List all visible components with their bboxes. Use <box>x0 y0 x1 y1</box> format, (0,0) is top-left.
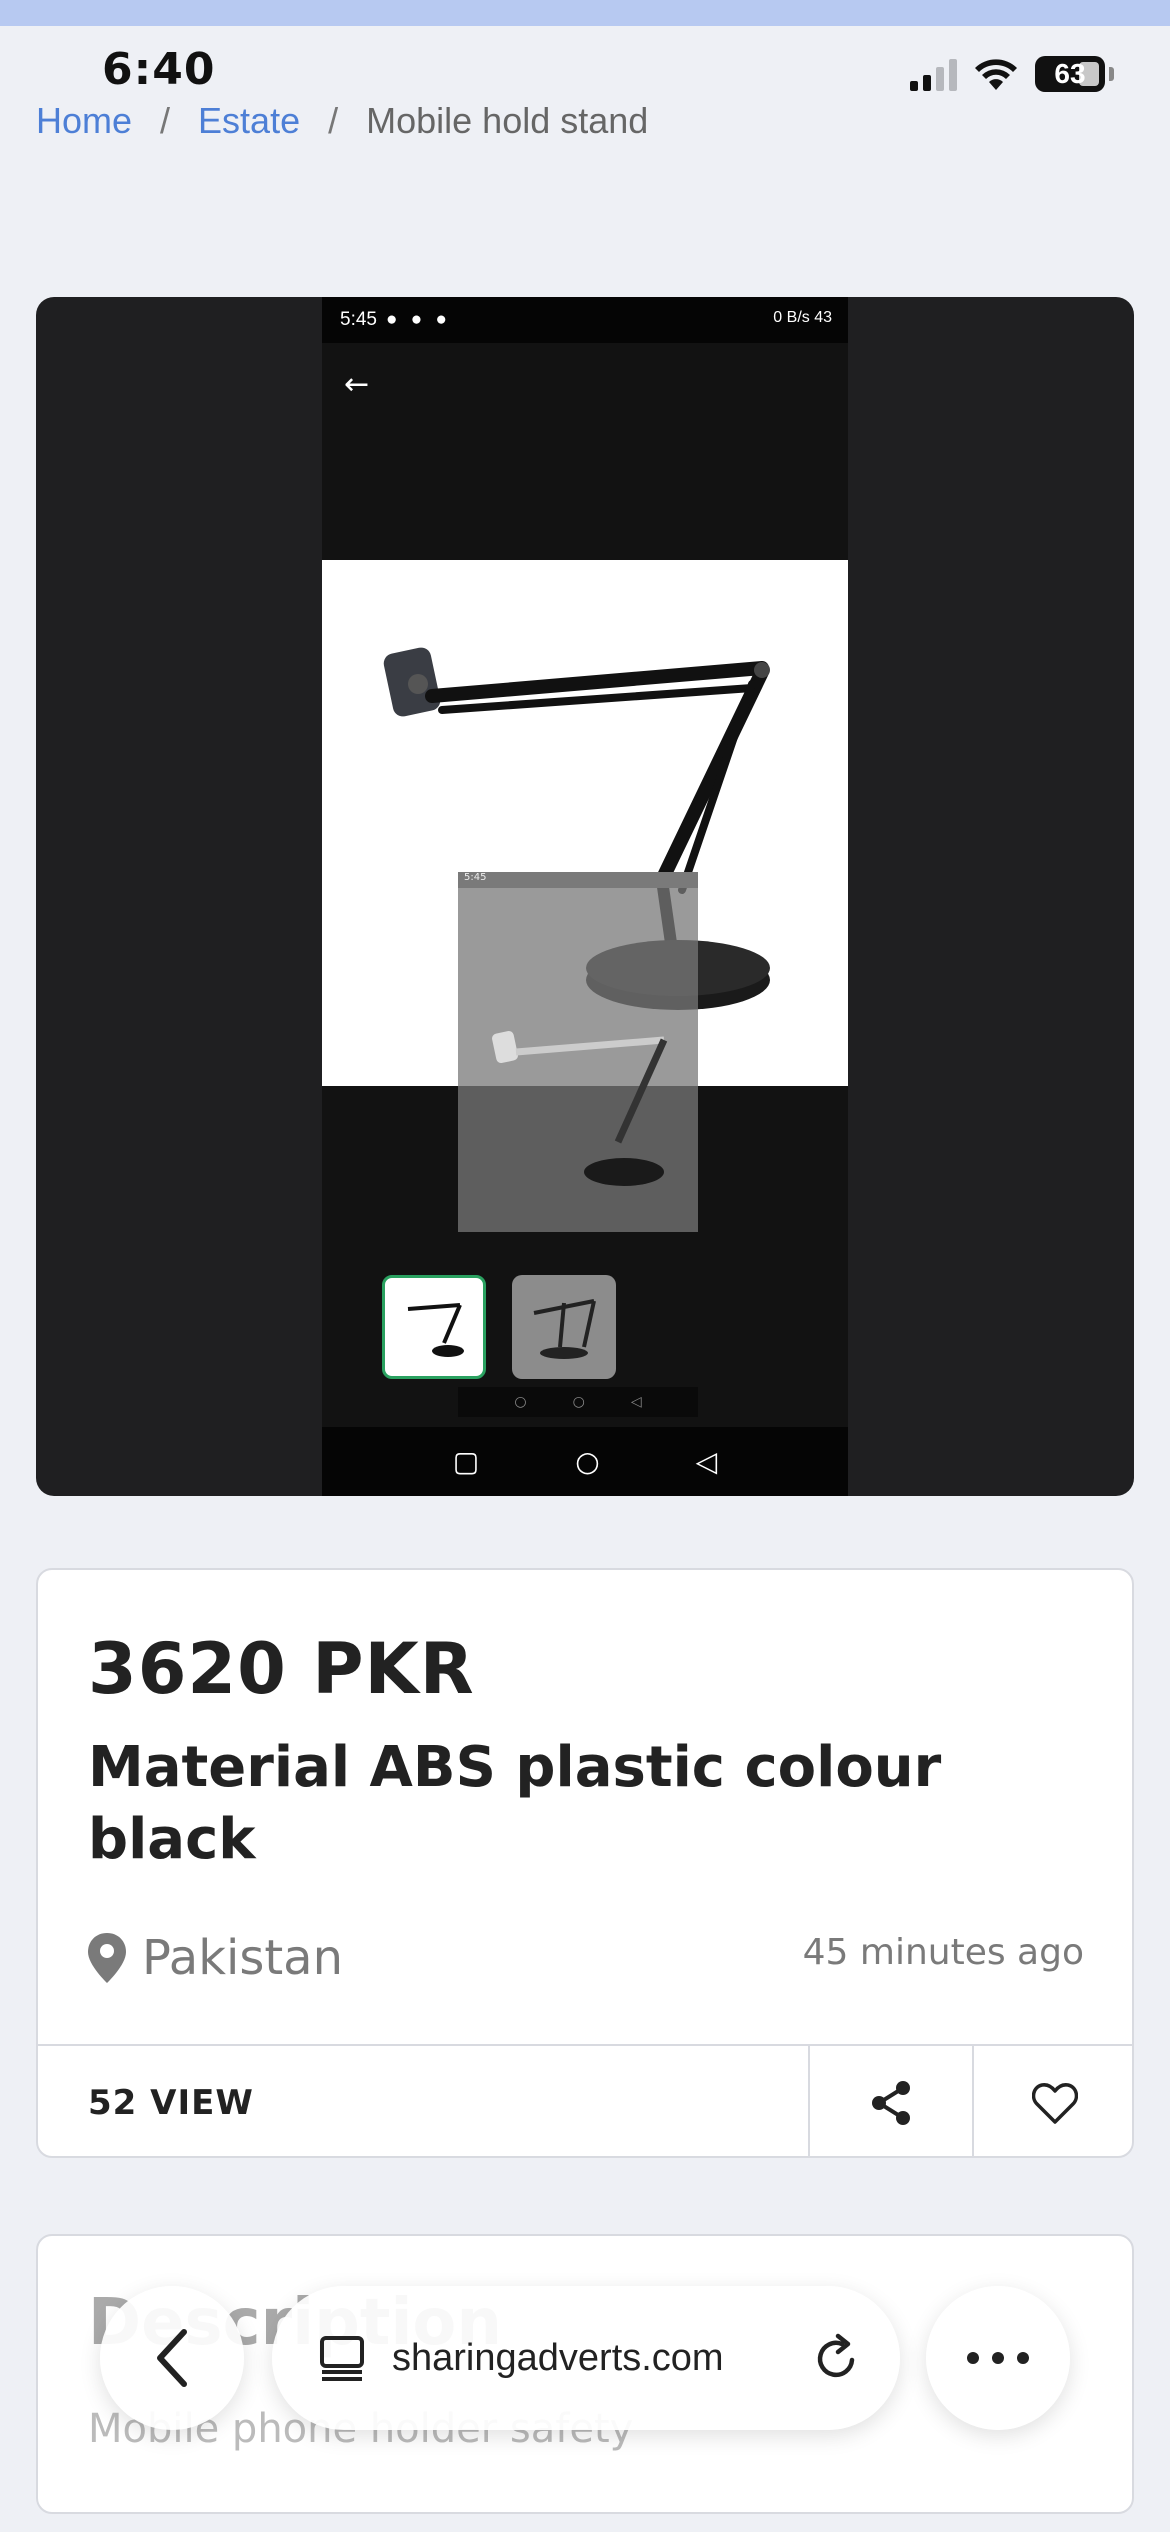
more-icon <box>967 2352 1029 2364</box>
thumbnail-stand-icon <box>407 1303 464 1357</box>
heart-icon <box>1032 2083 1078 2124</box>
breadcrumb-home-link[interactable]: Home <box>36 100 132 142</box>
image-gallery[interactable]: 5:45 ● ● ● 0 B/s 43 ← 5:45 ○ ○ ◁ ▢ ○ ◁ <box>36 297 1134 1496</box>
view-count: 52 VIEW <box>88 2083 254 2123</box>
overlay-preview <box>458 872 698 1232</box>
breadcrumb: Home / Estate / Mobile hold stand <box>36 100 648 142</box>
url-text[interactable]: sharingadverts.com <box>392 2337 786 2380</box>
browser-more-button[interactable] <box>926 2286 1070 2430</box>
photo-back-arrow-icon: ← <box>344 367 370 402</box>
share-button[interactable] <box>808 2046 972 2156</box>
photo-status-icons: ● ● ● <box>386 309 451 330</box>
breadcrumb-category-link[interactable]: Estate <box>198 100 300 142</box>
battery-icon: 63 <box>1035 56 1105 92</box>
favorite-button[interactable] <box>972 2046 1132 2156</box>
listing-price: 3620 PKR <box>88 1628 475 1710</box>
thumbnail-2[interactable] <box>512 1275 616 1379</box>
circle-icon: ○ <box>575 1445 600 1478</box>
photo-nav-bar: ▢ ○ ◁ <box>322 1427 848 1496</box>
listing-info-card: 3620 PKR Material ABS plastic colour bla… <box>36 1568 1134 2158</box>
share-icon <box>872 2081 910 2125</box>
thumbnail-strip <box>382 1275 616 1379</box>
cellular-signal-icon <box>910 57 957 91</box>
tabs-icon <box>320 2336 364 2381</box>
photo-status-right: 0 B/s 43 <box>773 309 832 326</box>
listing-location: Pakistan <box>88 1930 343 1986</box>
back-chevron-icon <box>157 2329 187 2387</box>
breadcrumb-separator: / <box>328 100 339 141</box>
listing-time-ago: 45 minutes ago <box>802 1932 1084 1973</box>
breadcrumb-separator: / <box>160 100 171 141</box>
browser-toolbar: sharingadverts.com <box>100 2286 1070 2430</box>
reload-icon[interactable] <box>812 2332 860 2384</box>
square-icon: ▢ <box>452 1445 480 1478</box>
photo-status-bar: 5:45 ● ● ● 0 B/s 43 <box>322 297 848 343</box>
browser-back-button[interactable] <box>100 2286 244 2430</box>
location-text: Pakistan <box>142 1930 343 1986</box>
overlay-stand-illustration <box>492 1030 668 1186</box>
battery-percent: 63 <box>1054 58 1086 89</box>
browser-top-strip <box>0 0 1170 26</box>
overlay-preview-status: 5:45 <box>458 872 698 888</box>
triangle-back-icon: ◁ <box>695 1445 718 1478</box>
address-bar[interactable]: sharingadverts.com <box>272 2286 900 2430</box>
location-pin-icon <box>88 1933 126 1983</box>
photo-status-time: 5:45 <box>340 309 377 330</box>
wifi-icon <box>975 59 1017 90</box>
breadcrumb-current: Mobile hold stand <box>366 100 649 141</box>
thumbnail-1[interactable] <box>382 1275 486 1379</box>
photo-mini-nav: ○ ○ ◁ <box>458 1387 698 1417</box>
battery-nub <box>1109 67 1114 81</box>
status-time: 6:40 <box>102 44 216 95</box>
thumbnail-stand-icon <box>533 1299 596 1359</box>
listing-photo: 5:45 ● ● ● 0 B/s 43 ← 5:45 ○ ○ ◁ ▢ ○ ◁ <box>322 297 848 1496</box>
status-icons: 63 <box>910 56 1114 92</box>
listing-actions: 52 VIEW <box>38 2044 1132 2156</box>
listing-title: Material ABS plastic colour black <box>88 1735 942 1872</box>
